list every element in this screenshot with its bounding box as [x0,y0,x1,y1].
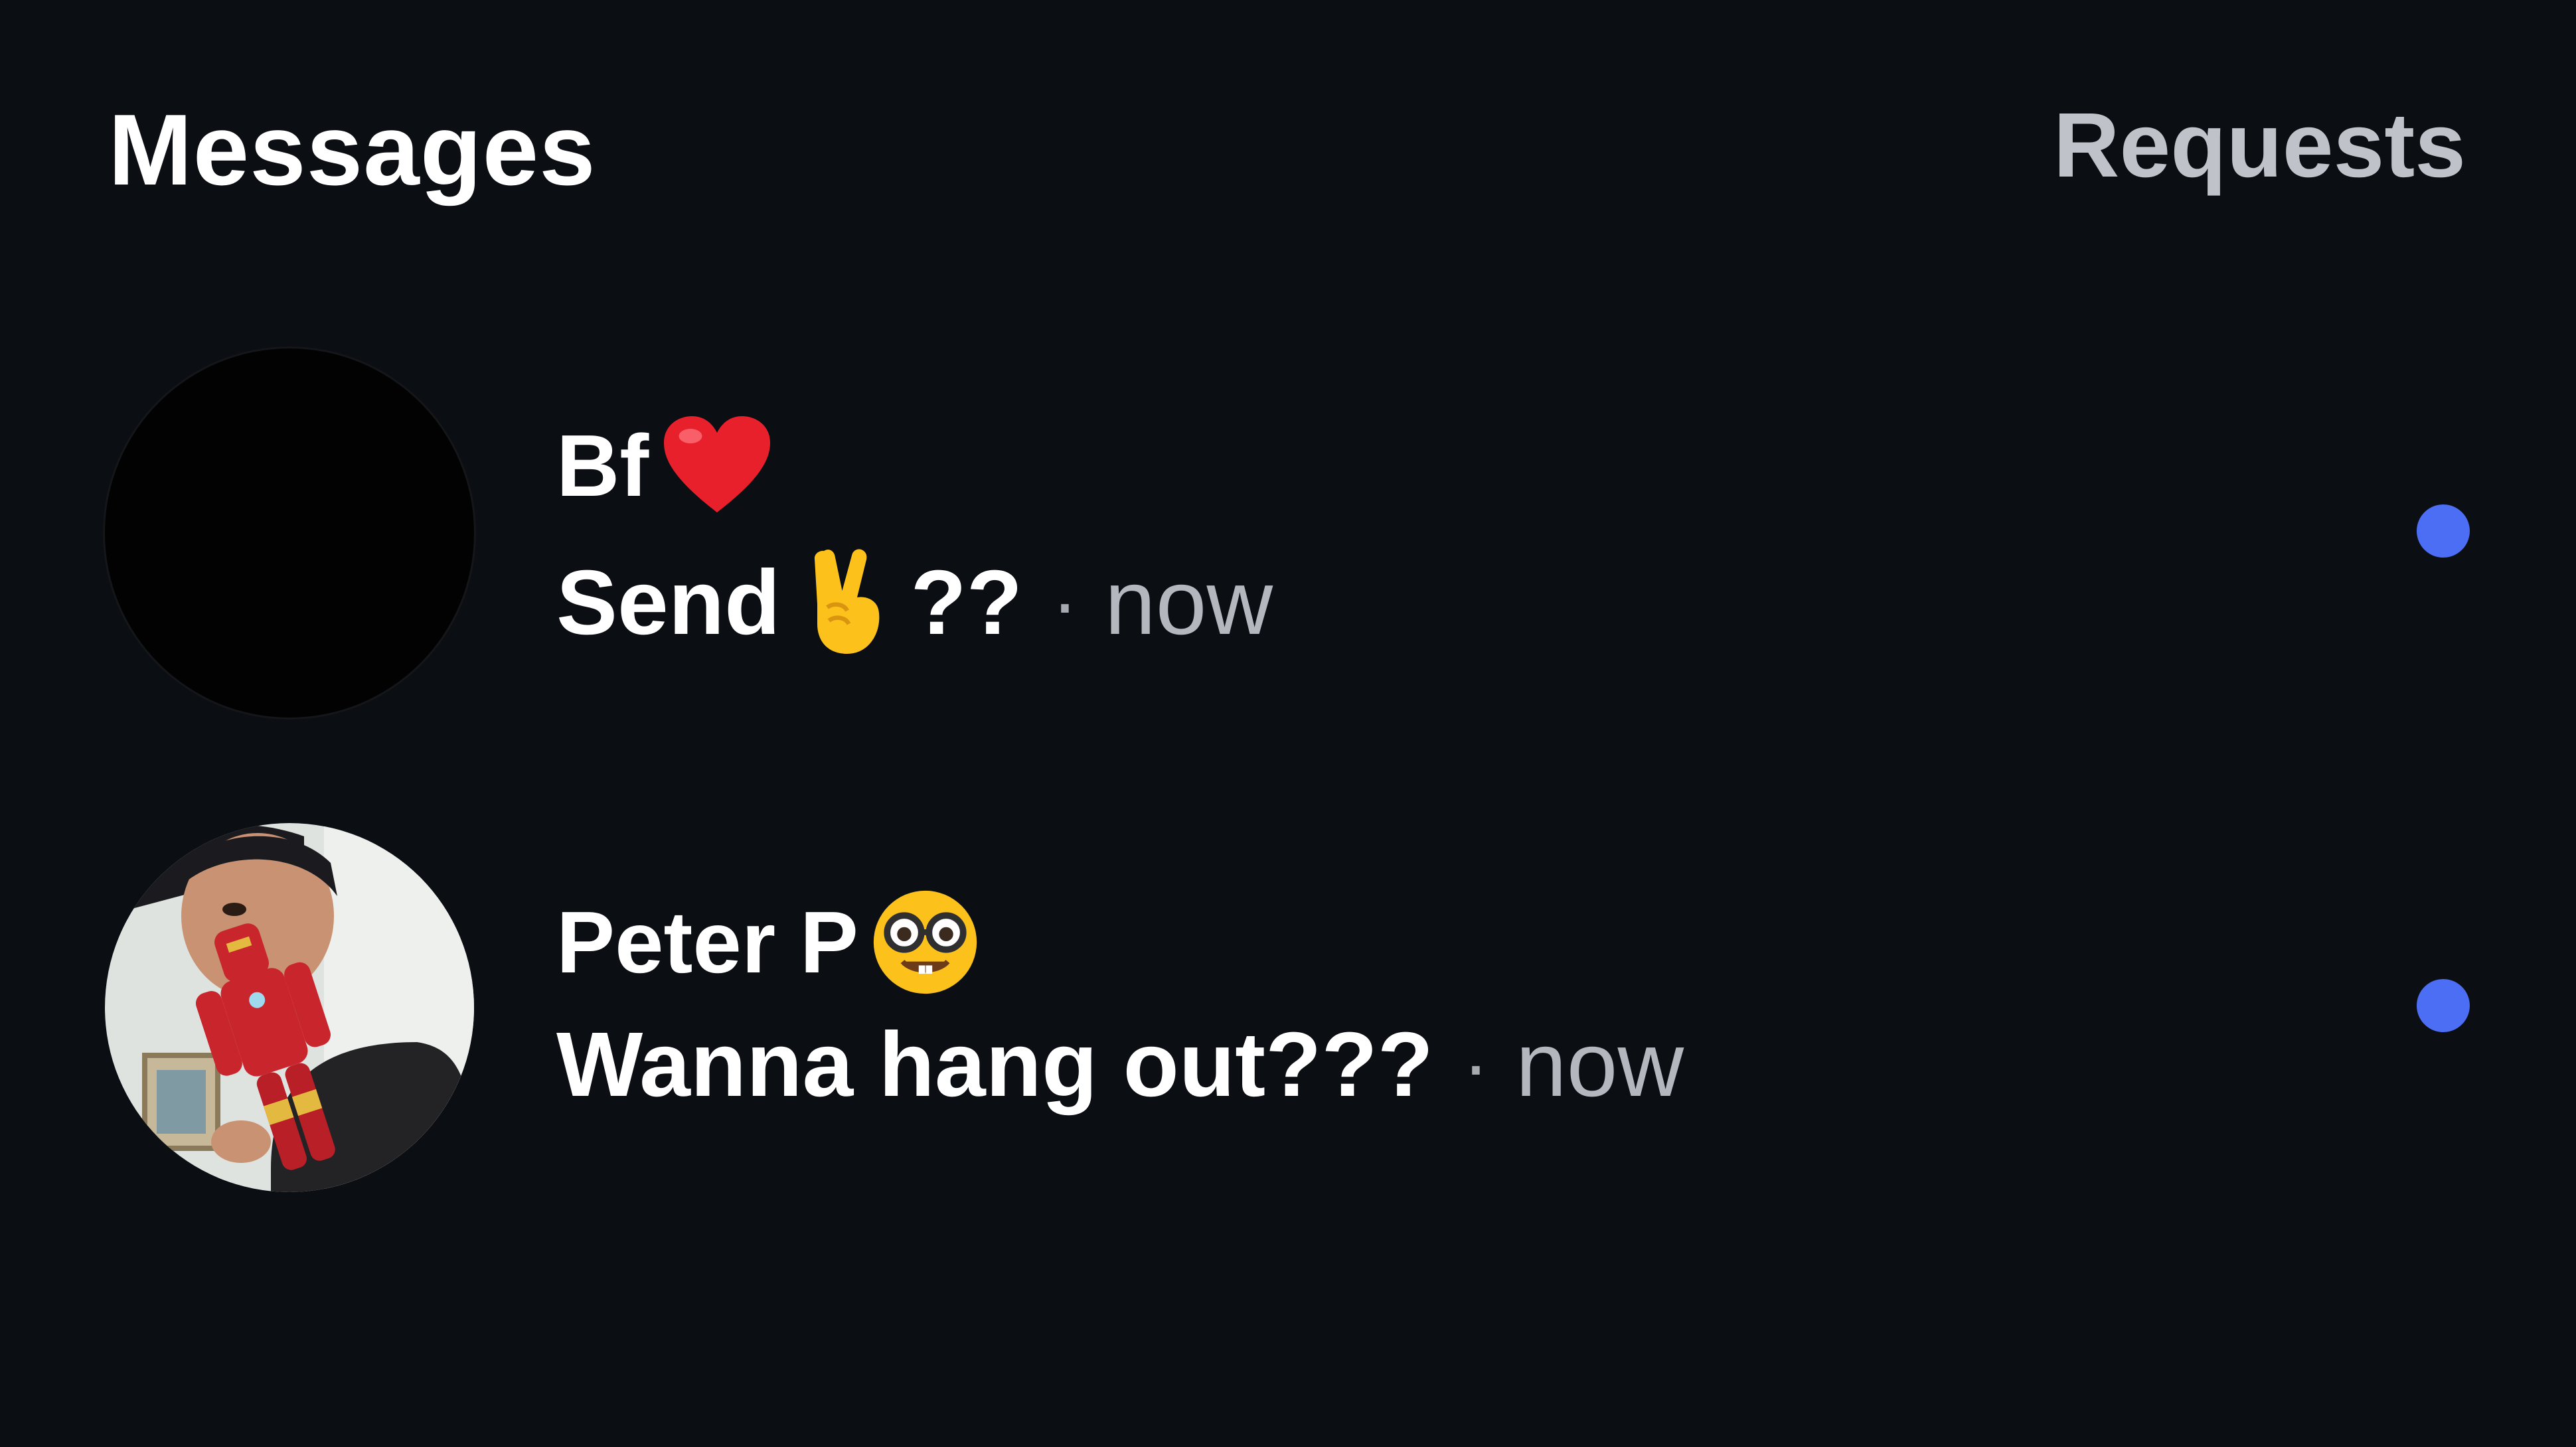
victory-hand-icon [804,544,890,660]
preview-text: Wanna hang out??? [556,1014,1433,1116]
nerd-face-icon [870,887,980,997]
contact-name-text: Bf [556,417,649,514]
timestamp: now [1104,551,1273,654]
unread-indicator [2417,979,2470,1032]
timestamp: now [1515,1014,1684,1116]
avatar-photo-image [105,823,474,1192]
conversation-row[interactable]: Peter P Wanna hang out??? · now [0,813,2576,1211]
contact-name: Peter P [556,887,980,997]
avatar [105,348,474,718]
conversation-row[interactable]: Bf Send ?? · now [0,339,2576,737]
preview-text: Send [556,551,781,654]
requests-link[interactable]: Requests [2053,100,2466,191]
message-preview: Send ?? · now [556,544,1273,660]
contact-name-text: Peter P [556,893,858,991]
contact-name: Bf [556,413,773,519]
avatar [105,823,474,1192]
message-preview: Wanna hang out??? · now [556,1019,1684,1110]
red-heart-icon [661,413,773,519]
separator: · [1051,558,1078,647]
separator: · [1462,1020,1489,1109]
unread-indicator [2417,504,2470,558]
page-title: Messages [108,94,596,206]
preview-suffix: ?? [910,551,1022,654]
